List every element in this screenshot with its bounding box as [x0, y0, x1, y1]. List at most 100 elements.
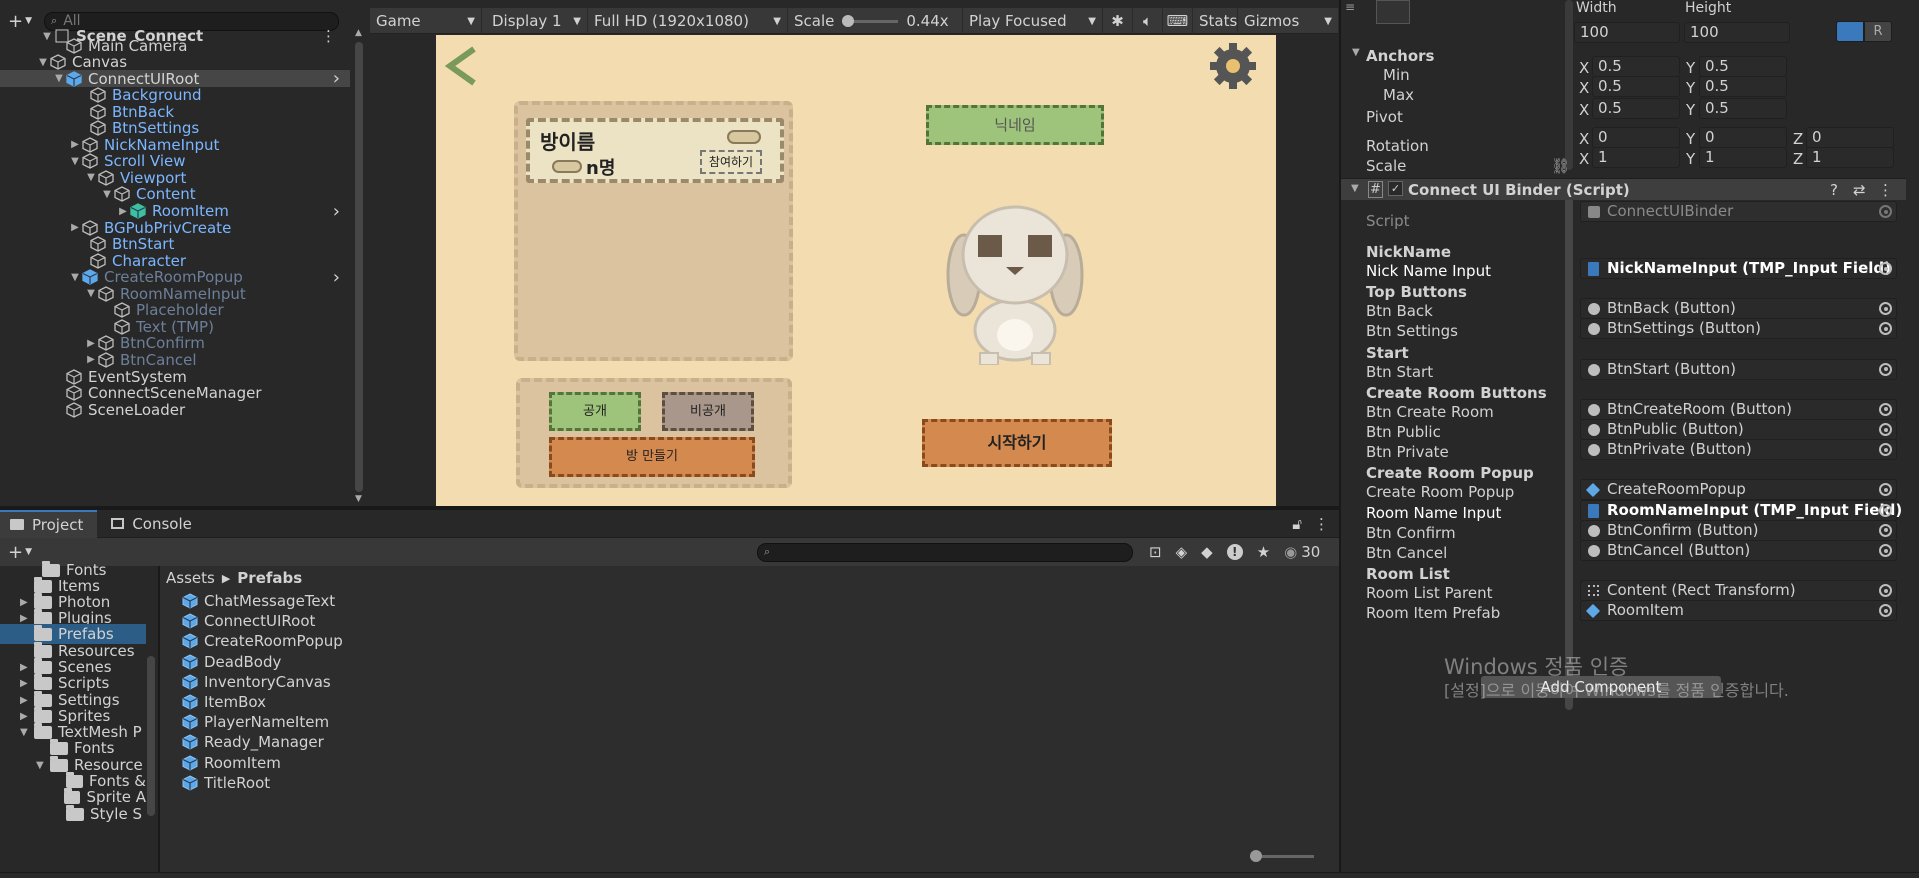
inspector-scrollbar[interactable] — [1565, 190, 1573, 710]
hierarchy-item-canvas[interactable]: ▼ Canvas — [0, 53, 350, 71]
expand-down-icon[interactable]: ▼ — [100, 189, 114, 200]
rotation-y-field[interactable]: 0 — [1699, 127, 1787, 148]
breadcrumb-assets[interactable]: Assets — [166, 569, 215, 587]
axis-y-label[interactable]: Y — [1686, 101, 1695, 119]
axis-y-label[interactable]: Y — [1686, 150, 1695, 168]
rotation-z-field[interactable]: 0 — [1806, 127, 1894, 148]
expand-down-icon[interactable]: ▼ — [36, 57, 50, 68]
hierarchy-item-roomnameinput[interactable]: ▼ RoomNameInput — [0, 285, 350, 303]
hierarchy-item-connectscenemanager[interactable]: ConnectSceneManager — [0, 384, 350, 402]
object-field[interactable]: BtnCreateRoom (Button) — [1580, 398, 1897, 420]
tab-project[interactable]: Project — [0, 509, 98, 538]
scale-x-field[interactable]: 1 — [1592, 147, 1680, 168]
private-button[interactable]: 비공개 — [662, 392, 754, 431]
object-picker-icon[interactable] — [1879, 402, 1892, 416]
expand-down-icon[interactable]: ▼ — [84, 172, 98, 183]
link-icon[interactable]: ⛓ — [1551, 157, 1570, 175]
expand-right-icon[interactable]: ▶ — [68, 139, 82, 150]
axis-y-label[interactable]: Y — [1686, 130, 1695, 148]
axis-y-label[interactable]: Y — [1686, 59, 1695, 77]
asset-item[interactable]: Ready_Manager — [182, 732, 324, 752]
scene-search-icon[interactable]: ⊡ — [1149, 543, 1162, 561]
max-x-field[interactable]: 0.5 — [1592, 76, 1680, 97]
object-field[interactable]: BtnBack (Button) — [1580, 298, 1897, 320]
object-field[interactable]: BtnCancel (Button) — [1580, 540, 1897, 561]
expand-right-icon[interactable]: ▶ — [116, 206, 130, 217]
axis-x-label[interactable]: X — [1579, 150, 1589, 168]
hierarchy-item-background[interactable]: Background — [0, 86, 350, 104]
hierarchy-item-character[interactable]: Character — [0, 252, 350, 270]
scale-slider[interactable] — [842, 14, 899, 27]
public-button[interactable]: 공개 — [549, 392, 641, 431]
menu-icon[interactable]: ≡ — [1345, 0, 1357, 20]
expand-icon[interactable]: ▼ — [20, 727, 34, 738]
start-button[interactable]: 시작하기 — [922, 419, 1112, 467]
eye-icon[interactable]: ◉ — [1284, 543, 1297, 561]
bug-icon[interactable]: ✱ — [1103, 8, 1133, 34]
filter-type-icon[interactable]: ◈ — [1176, 543, 1188, 561]
folder-item[interactable]: Style S — [0, 804, 146, 824]
enabled-checkbox[interactable]: ✓ — [1388, 181, 1403, 196]
object-picker-icon[interactable] — [1879, 262, 1892, 275]
axis-x-label[interactable]: X — [1579, 101, 1589, 119]
room-item[interactable]: 방이름 n명 참여하기 — [526, 118, 784, 183]
stats-button[interactable]: Stats — [1193, 8, 1238, 34]
expand-down-icon[interactable]: ▼ — [68, 156, 82, 167]
min-x-field[interactable]: 0.5 — [1592, 56, 1680, 77]
height-field[interactable]: 100 — [1684, 22, 1790, 43]
asset-item[interactable]: PlayerNameItem — [182, 712, 329, 732]
expand-down-icon[interactable]: ▼ — [68, 272, 82, 283]
view-dropdown[interactable]: Game ▼ — [370, 8, 482, 34]
object-picker-icon[interactable] — [1879, 584, 1892, 598]
expand-down-icon[interactable]: ▼ — [52, 73, 66, 84]
chevron-down-icon[interactable]: ▼ — [1352, 47, 1360, 58]
hierarchy-item-connectuiroot[interactable]: ▼ ConnectUIRoot › — [0, 68, 350, 89]
object-picker-icon[interactable] — [1879, 362, 1892, 376]
gizmos-dropdown[interactable]: Gizmos ▼ — [1238, 8, 1339, 34]
object-field[interactable]: BtnStart (Button) — [1580, 358, 1897, 380]
hierarchy-item-nicknameinput[interactable]: ▶ NickNameInput — [0, 136, 350, 154]
join-button[interactable]: 참여하기 — [700, 150, 762, 174]
help-icon[interactable]: ? — [1830, 181, 1838, 199]
expand-right-icon[interactable]: ▶ — [68, 222, 82, 233]
warning-icon[interactable]: ! — [1226, 544, 1243, 560]
gear-icon[interactable] — [1210, 43, 1256, 89]
display-dropdown[interactable]: Display 1 ▼ — [486, 8, 588, 34]
breadcrumb-prefabs[interactable]: Prefabs — [237, 569, 302, 587]
object-field[interactable]: NickNameInput (TMP_Input Field) — [1580, 258, 1897, 279]
scroll-up-icon[interactable]: ▲ — [355, 28, 362, 38]
object-field[interactable]: BtnConfirm (Button) — [1580, 519, 1897, 541]
preset-icon[interactable]: ⇄ — [1853, 181, 1866, 199]
asset-item[interactable]: ItemBox — [182, 692, 266, 712]
expand-icon[interactable]: ▶ — [20, 678, 34, 689]
hierarchy-item-roomitem[interactable]: ▶ RoomItem › — [0, 201, 350, 222]
expand-icon[interactable]: ▶ — [20, 613, 34, 624]
expand-icon[interactable]: ▶ — [20, 597, 34, 608]
raw-edit-button[interactable]: R — [1864, 21, 1892, 42]
lock-icon[interactable]: 🔓︎ — [1292, 515, 1302, 533]
hierarchy-item-sceneloader[interactable]: SceneLoader — [0, 401, 350, 419]
expand-down-icon[interactable]: ▼ — [84, 288, 98, 299]
axis-x-label[interactable]: X — [1579, 59, 1589, 77]
hierarchy-item-text-tmp[interactable]: Text (TMP) — [0, 318, 350, 336]
max-y-field[interactable]: 0.5 — [1699, 76, 1787, 97]
object-picker-icon[interactable] — [1879, 503, 1892, 517]
width-field[interactable]: 100 — [1574, 22, 1680, 43]
asset-item[interactable]: ConnectUIRoot — [182, 611, 315, 631]
asset-item[interactable]: TitleRoot — [182, 773, 270, 793]
expand-icon[interactable]: ▶ — [20, 662, 34, 673]
object-field[interactable]: RoomNameInput (TMP_Input Field) — [1580, 499, 1902, 521]
object-picker-icon[interactable] — [1879, 423, 1892, 436]
scale-z-field[interactable]: 1 — [1806, 147, 1894, 168]
object-picker-icon[interactable] — [1879, 604, 1892, 618]
folder-scrollbar[interactable] — [147, 656, 155, 816]
resolution-dropdown[interactable]: Full HD (1920x1080) ▼ — [588, 8, 788, 34]
chevron-down-icon[interactable]: ▼ — [25, 16, 32, 26]
hierarchy-item-viewport[interactable]: ▼ Viewport — [0, 169, 350, 187]
keyboard-icon[interactable]: ⌨ — [1163, 8, 1193, 34]
asset-item[interactable]: InventoryCanvas — [182, 672, 331, 692]
asset-item[interactable]: RoomItem — [182, 753, 281, 773]
blueprint-mode-icon[interactable] — [1836, 21, 1864, 42]
object-picker-icon[interactable] — [1879, 544, 1892, 557]
hierarchy-item-btncancel[interactable]: ▶ BtnCancel — [0, 351, 350, 369]
